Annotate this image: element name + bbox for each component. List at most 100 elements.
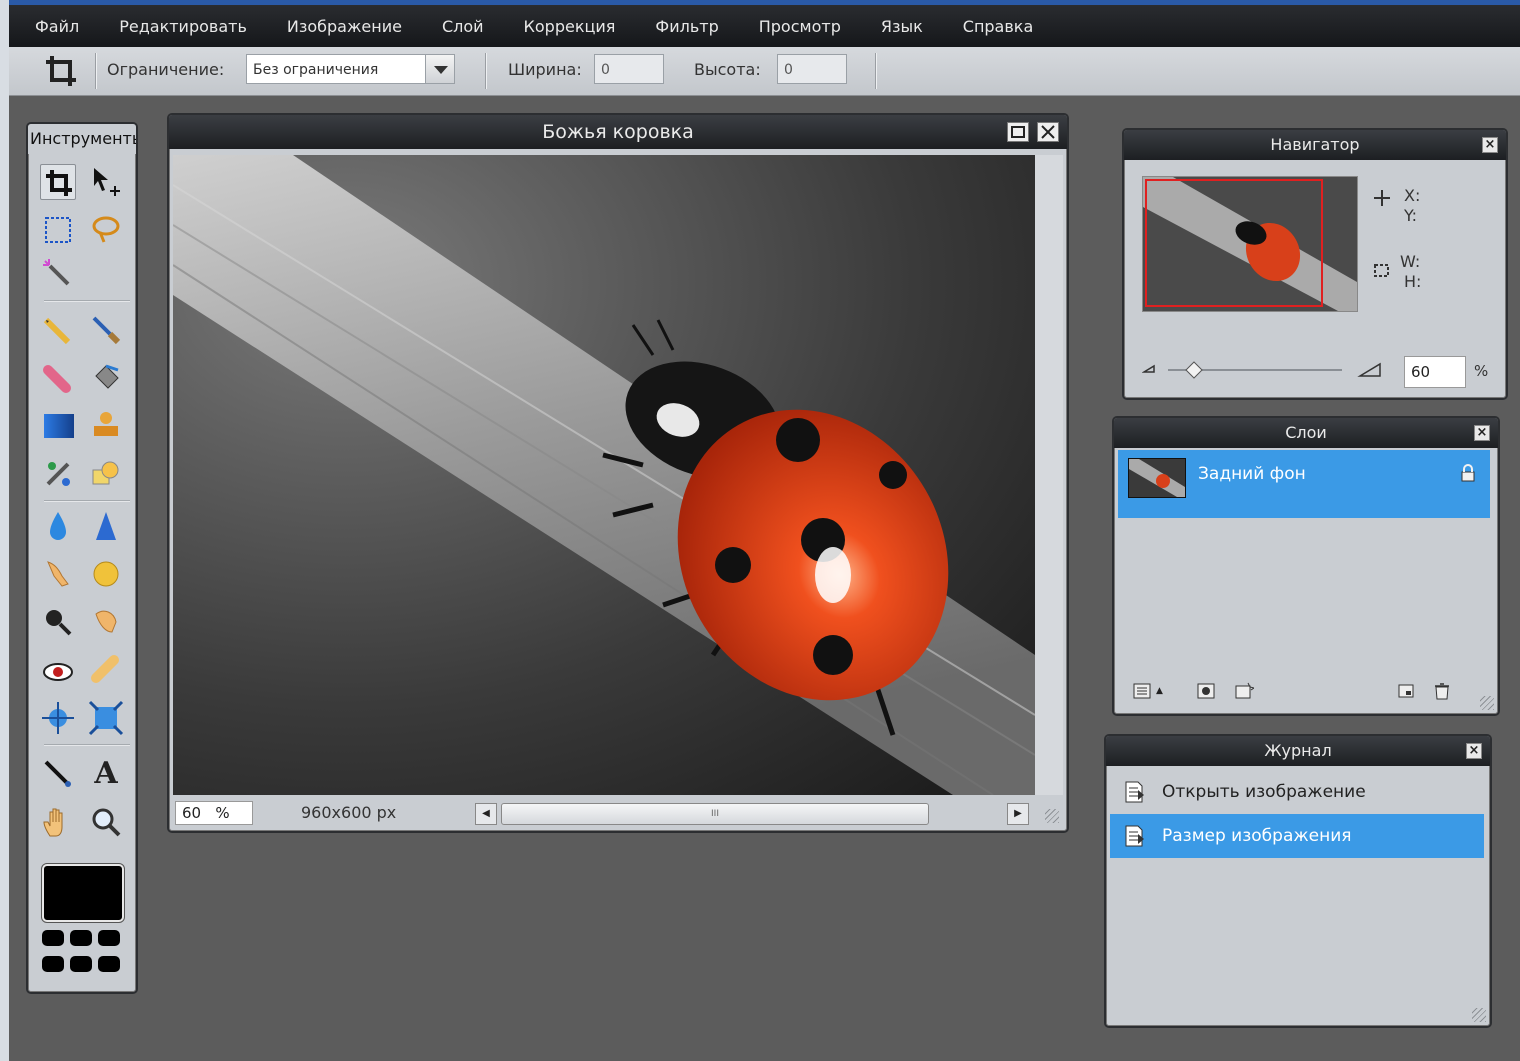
lasso-icon[interactable] [88,212,124,248]
move-icon[interactable] [88,164,124,200]
drawing-icon[interactable] [88,456,124,492]
toolbar-divider [485,53,487,89]
layers-footer: ▲ [1118,676,1490,706]
zoom-icon[interactable] [88,804,124,840]
marquee-icon[interactable] [40,212,76,248]
history-item[interactable]: Открыть изображение [1110,770,1484,814]
close-icon[interactable]: × [1482,137,1498,153]
image-canvas[interactable] [173,155,1035,795]
image-status-bar: 60 % 960x600 px ◀ III ▶ [173,799,1063,827]
selection-size-icon [1372,260,1392,280]
history-item[interactable]: Размер изображения [1110,814,1484,858]
scroll-left-icon[interactable]: ◀ [475,803,497,825]
new-layer-icon[interactable] [1396,682,1416,700]
history-step-icon [1125,825,1144,847]
menu-adjustment[interactable]: Коррекция [504,17,636,36]
constraint-select[interactable]: Без ограничения [246,54,426,84]
trash-icon[interactable] [1432,682,1452,700]
tools-panel: Инструменты A [26,122,138,994]
blur-icon[interactable] [40,508,76,544]
spot-heal-icon[interactable] [88,652,124,688]
paint-bucket-icon[interactable] [88,360,124,396]
history-item-label: Открыть изображение [1162,782,1366,802]
foreground-color-swatch[interactable] [42,864,124,922]
history-panel: Журнал × Открыть изображение Размер изоб… [1104,734,1492,1028]
crop-icon [46,56,76,86]
maximize-icon[interactable] [1007,122,1029,142]
history-item-label: Размер изображения [1162,826,1352,846]
bloat-icon[interactable] [40,700,76,736]
red-eye-icon[interactable] [40,652,76,688]
swatch[interactable] [70,930,92,946]
toolbar-divider [875,53,877,89]
close-icon[interactable]: × [1474,425,1490,441]
navigator-zoom-field[interactable]: 60 [1404,356,1466,388]
layer-mask-icon[interactable] [1196,682,1216,700]
close-icon[interactable] [1037,122,1059,142]
swatch[interactable] [42,956,64,972]
menu-file[interactable]: Файл [9,17,99,36]
menu-view[interactable]: Просмотр [739,17,861,36]
width-field[interactable]: 0 [594,54,664,84]
scroll-thumb[interactable]: III [501,803,929,825]
zoom-in-icon [1357,362,1381,377]
gradient-icon[interactable] [40,408,76,444]
dodge-icon[interactable] [40,604,76,640]
swatch[interactable] [98,956,120,972]
swatch[interactable] [70,956,92,972]
zoom-slider[interactable] [1141,352,1402,382]
layer-name: Задний фон [1198,464,1306,484]
y-label: Y: [1404,206,1418,225]
menu-language[interactable]: Язык [861,17,943,36]
slider-thumb [1185,361,1203,379]
resize-grip-icon[interactable] [1480,696,1494,710]
image-window-title: Божья коровка [169,115,1067,149]
crop-icon[interactable] [40,164,76,200]
smudge-icon[interactable] [40,556,76,592]
swatch[interactable] [42,930,64,946]
color-replace-icon[interactable] [40,456,76,492]
tool-separator [44,500,130,502]
menu-layer[interactable]: Слой [422,17,504,36]
burn-icon[interactable] [88,604,124,640]
navigator-viewport[interactable] [1145,179,1323,307]
zoom-value: 60 [182,804,202,822]
navigator-thumbnail[interactable] [1142,176,1358,312]
brush-icon[interactable] [88,312,124,348]
navigator-title: Навигатор [1124,130,1506,160]
zoom-field[interactable]: 60 % [175,801,253,825]
vertical-scrollbar[interactable] [1035,155,1063,795]
resize-grip-icon[interactable] [1472,1008,1486,1022]
menu-filter[interactable]: Фильтр [635,17,738,36]
clone-stamp-icon[interactable] [88,408,124,444]
height-field[interactable]: 0 [777,54,847,84]
chevron-down-icon[interactable] [425,54,455,84]
swatch[interactable] [98,930,120,946]
toolbar-divider [95,53,97,89]
lock-icon [1461,464,1475,482]
tool-separator [44,744,130,746]
eraser-icon[interactable] [40,360,76,396]
horizontal-scrollbar[interactable]: ◀ III ▶ [475,803,1033,825]
layer-effects-icon[interactable] [1234,682,1254,700]
dropdown-arrow-icon[interactable]: ▲ [1156,686,1163,696]
pencil-icon[interactable] [40,312,76,348]
pinch-icon[interactable] [88,700,124,736]
magic-wand-icon[interactable] [40,256,76,292]
history-step-icon [1125,781,1144,803]
tools-panel-title: Инструменты [28,124,136,154]
close-icon[interactable]: × [1466,743,1482,759]
sharpen-icon[interactable] [88,508,124,544]
type-icon[interactable]: A [88,756,124,792]
resize-grip-icon[interactable] [1045,809,1059,823]
scroll-right-icon[interactable]: ▶ [1007,803,1029,825]
layer-settings-icon[interactable] [1132,682,1152,700]
color-picker-icon[interactable] [40,756,76,792]
image-window: Божья коровка 60 % 960x600 px ◀ III ▶ [167,113,1069,833]
menu-help[interactable]: Справка [943,17,1054,36]
layer-row[interactable]: Задний фон [1118,450,1490,518]
hand-icon[interactable] [40,804,76,840]
menu-edit[interactable]: Редактировать [99,17,267,36]
menu-image[interactable]: Изображение [267,17,422,36]
sponge-icon[interactable] [88,556,124,592]
